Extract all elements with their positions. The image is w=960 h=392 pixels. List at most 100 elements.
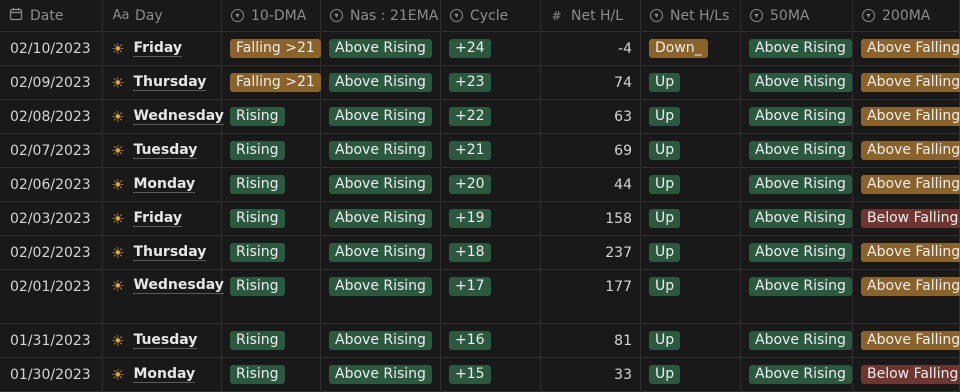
net-hl-cell[interactable]: 74 xyxy=(541,66,641,100)
net-hl-cell[interactable]: 81 xyxy=(541,324,641,358)
day-cell[interactable]: ☀ Wednesday xyxy=(103,270,224,324)
day-cell[interactable]: ☀ Monday xyxy=(103,358,222,392)
cycle-cell[interactable]: +21 xyxy=(441,134,541,168)
cycle-cell[interactable]: +15 xyxy=(441,358,541,392)
day-cell[interactable]: ☀ Wednesday xyxy=(103,100,224,134)
cycle-cell[interactable]: +19 xyxy=(441,202,541,236)
ma50-cell[interactable]: Above Rising xyxy=(741,236,853,270)
nas21-cell[interactable]: Above Rising xyxy=(321,168,441,202)
ma50-cell[interactable]: Above Rising xyxy=(741,32,853,66)
column-header-nethl[interactable]: # Net H/L xyxy=(541,0,641,32)
ma200-cell[interactable]: Above Falling xyxy=(853,324,960,358)
ma50-cell[interactable]: Above Rising xyxy=(741,100,853,134)
date-cell[interactable]: 01/31/2023 xyxy=(0,324,103,358)
nethls-cell[interactable]: Down_ xyxy=(641,32,741,66)
day-cell[interactable]: ☀ Tuesday xyxy=(103,324,222,358)
nethls-cell[interactable]: Up xyxy=(641,270,741,324)
net-hl-cell[interactable]: 33 xyxy=(541,358,641,392)
nethls-cell[interactable]: Up xyxy=(641,358,741,392)
column-header-ma200[interactable]: ▾ 200MA xyxy=(853,0,960,32)
chevron-circle-icon: ▾ xyxy=(862,9,875,22)
ma200-cell[interactable]: Above Falling xyxy=(853,236,960,270)
nas21-cell[interactable]: Above Rising xyxy=(321,236,441,270)
day-cell[interactable]: ☀ Thursday xyxy=(103,236,222,270)
nethls-cell[interactable]: Up xyxy=(641,324,741,358)
ma200-cell[interactable]: Above Falling xyxy=(853,32,960,66)
ma200-cell[interactable]: Below Falling xyxy=(853,358,960,392)
nas21-cell[interactable]: Above Rising xyxy=(321,100,441,134)
ma50-cell[interactable]: Above Rising xyxy=(741,202,853,236)
date-cell[interactable]: 01/30/2023 xyxy=(0,358,103,392)
nas21-cell[interactable]: Above Rising xyxy=(321,202,441,236)
column-header-cycle[interactable]: ▾ Cycle xyxy=(441,0,541,32)
net-hl-cell[interactable]: 63 xyxy=(541,100,641,134)
date-cell[interactable]: 02/07/2023 xyxy=(0,134,103,168)
date-cell[interactable]: 02/03/2023 xyxy=(0,202,103,236)
ma50-cell[interactable]: Above Rising xyxy=(741,66,853,100)
nethls-cell[interactable]: Up xyxy=(641,236,741,270)
cycle-cell[interactable]: +16 xyxy=(441,324,541,358)
ma50-cell[interactable]: Above Rising xyxy=(741,134,853,168)
column-header-ma50[interactable]: ▾ 50MA xyxy=(741,0,853,32)
day-cell[interactable]: ☀ Friday xyxy=(103,32,222,66)
net-hl-cell[interactable]: 158 xyxy=(541,202,641,236)
date-cell[interactable]: 02/02/2023 xyxy=(0,236,103,270)
net-hl-cell[interactable]: 237 xyxy=(541,236,641,270)
column-header-day[interactable]: Aa Day xyxy=(103,0,222,32)
nas21-cell[interactable]: Above Rising xyxy=(321,32,441,66)
date-cell[interactable]: 02/01/2023 xyxy=(0,270,103,324)
nethls-cell[interactable]: Up xyxy=(641,66,741,100)
cycle-cell[interactable]: +23 xyxy=(441,66,541,100)
ma200-cell[interactable]: Above Falling xyxy=(853,134,960,168)
ma200-cell[interactable]: Below Falling xyxy=(853,202,960,236)
day-cell[interactable]: ☀ Thursday xyxy=(103,66,222,100)
dma10-cell[interactable]: Falling >21 xyxy=(222,32,321,66)
nas21-cell[interactable]: Above Rising xyxy=(321,324,441,358)
ma50-cell[interactable]: Above Rising xyxy=(741,270,853,324)
nas21-cell[interactable]: Above Rising xyxy=(321,270,441,324)
date-cell[interactable]: 02/09/2023 xyxy=(0,66,103,100)
nethls-cell[interactable]: Up xyxy=(641,100,741,134)
cycle-cell[interactable]: +22 xyxy=(441,100,541,134)
date-cell[interactable]: 02/06/2023 xyxy=(0,168,103,202)
ma200-cell[interactable]: Above Falling xyxy=(853,66,960,100)
cycle-cell[interactable]: +18 xyxy=(441,236,541,270)
net-hl-cell[interactable]: -4 xyxy=(541,32,641,66)
ma200-cell[interactable]: Above Falling xyxy=(853,168,960,202)
column-header-dma10[interactable]: ▾ 10-DMA xyxy=(222,0,321,32)
nethls-cell[interactable]: Up xyxy=(641,202,741,236)
ma50-cell[interactable]: Above Rising xyxy=(741,358,853,392)
column-header-nas21[interactable]: ▾ Nas : 21EMA xyxy=(321,0,441,32)
net-hl-cell[interactable]: 177 xyxy=(541,270,641,324)
ma200-cell[interactable]: Above Falling xyxy=(853,270,960,324)
ma50-cell[interactable]: Above Rising xyxy=(741,324,853,358)
dma10-cell[interactable]: Rising xyxy=(222,358,321,392)
net-hl-cell[interactable]: 44 xyxy=(541,168,641,202)
date-cell[interactable]: 02/08/2023 xyxy=(0,100,103,134)
net-hl-cell[interactable]: 69 xyxy=(541,134,641,168)
nas21-cell[interactable]: Above Rising xyxy=(321,66,441,100)
nethls-cell[interactable]: Up xyxy=(641,168,741,202)
day-cell[interactable]: ☀ Tuesday xyxy=(103,134,222,168)
nethls-cell[interactable]: Up xyxy=(641,134,741,168)
ma50-cell[interactable]: Above Rising xyxy=(741,168,853,202)
cycle-cell[interactable]: +17 xyxy=(441,270,541,324)
dma10-cell[interactable]: Rising xyxy=(222,324,321,358)
nas21-cell[interactable]: Above Rising xyxy=(321,134,441,168)
ma200-cell[interactable]: Above Falling xyxy=(853,100,960,134)
date-cell[interactable]: 02/10/2023 xyxy=(0,32,103,66)
dma10-cell[interactable]: Falling >21 xyxy=(222,66,321,100)
dma10-cell[interactable]: Rising xyxy=(222,270,321,324)
nas21-cell[interactable]: Above Rising xyxy=(321,358,441,392)
dma10-cell[interactable]: Rising xyxy=(222,236,321,270)
day-cell[interactable]: ☀ Friday xyxy=(103,202,222,236)
dma10-cell[interactable]: Rising xyxy=(222,100,321,134)
column-header-date[interactable]: Date xyxy=(0,0,103,32)
dma10-cell[interactable]: Rising xyxy=(222,202,321,236)
cycle-cell[interactable]: +20 xyxy=(441,168,541,202)
dma10-cell[interactable]: Rising xyxy=(222,134,321,168)
column-header-nethls[interactable]: ▾ Net H/Ls xyxy=(641,0,741,32)
day-cell[interactable]: ☀ Monday xyxy=(103,168,222,202)
cycle-cell[interactable]: +24 xyxy=(441,32,541,66)
dma10-cell[interactable]: Rising xyxy=(222,168,321,202)
